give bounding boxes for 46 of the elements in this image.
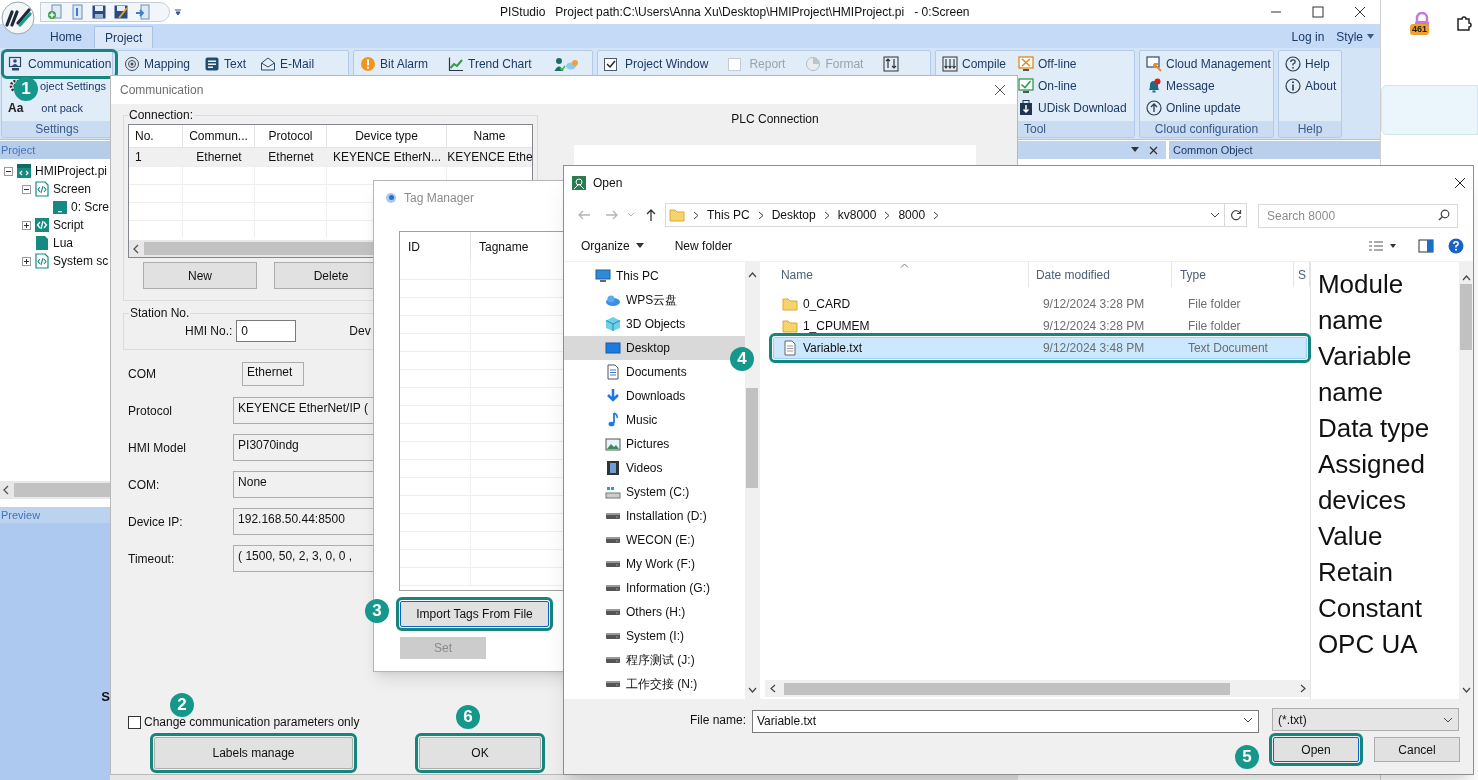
field-label: COM (128, 365, 157, 383)
field-label: HMI Model (128, 439, 187, 457)
step-badge: 3 (365, 599, 389, 623)
group-label: Cloud configuration (1140, 121, 1273, 137)
field-label: COM: (128, 476, 161, 494)
preview-text: Module name Variable name Data type Assigned devices Value Retain Constant OPC UA (1317, 268, 1431, 661)
table-cell-text: KEYENCE EtherN... (331, 149, 442, 166)
panel-header: Common Object (1169, 141, 1380, 159)
step-badge: 6 (456, 705, 480, 729)
file-type: Text Document (1186, 340, 1269, 357)
value-box: Ethernet (242, 361, 304, 386)
step-badge: 2 (170, 693, 194, 717)
font-icon: Aa (8, 99, 24, 117)
field-label: Protocol (128, 402, 174, 420)
section-title: PLC Connection (730, 111, 820, 128)
file-name: 0_CARD (802, 296, 851, 313)
dialog-title: Communication (120, 82, 204, 99)
dialog-title: Tag Manager (404, 189, 475, 207)
file-date: 9/12/2024 3:48 PM (1041, 340, 1146, 357)
table-cell-text: 1 (134, 149, 143, 166)
group-label: Station No. (129, 305, 191, 322)
step-badge: 5 (1235, 745, 1259, 769)
table-cell-text: KEYENCE Ethe (447, 149, 532, 166)
file-type: File folder (1186, 296, 1242, 313)
table-cell-text: Ethernet (195, 149, 243, 166)
count-badge: 461 (1410, 24, 1430, 35)
field-label: File name: (688, 711, 746, 729)
window-title: PIStudio Project path:C:\Users\Anna Xu\Desktop\HMIProject\HMIProject.pi - 0:Screen (500, 4, 970, 21)
panel-text: S (101, 688, 110, 706)
file-date: 9/12/2024 3:28 PM (1041, 318, 1146, 335)
file-type: File folder (1186, 318, 1242, 335)
panel-header: Preview (0, 507, 110, 523)
field-label: Device IP: (128, 513, 184, 531)
field-label: HMI No.: (185, 323, 233, 340)
panel-header: Project (0, 141, 110, 159)
file-name: Variable.txt (802, 340, 863, 357)
group-label: Help (1279, 121, 1341, 137)
field-label: Dev (349, 323, 371, 340)
table-cell-text: Ethernet (267, 149, 315, 166)
step-badge: 1 (14, 77, 38, 101)
file-date: 9/12/2024 3:28 PM (1041, 296, 1146, 313)
field-label: Timeout: (128, 550, 176, 568)
group-label: Connection: (128, 107, 195, 124)
group-label: Settings (2, 121, 112, 137)
dialog-title: Open (593, 175, 623, 192)
file-name: 1_CPUMEM (802, 318, 870, 335)
